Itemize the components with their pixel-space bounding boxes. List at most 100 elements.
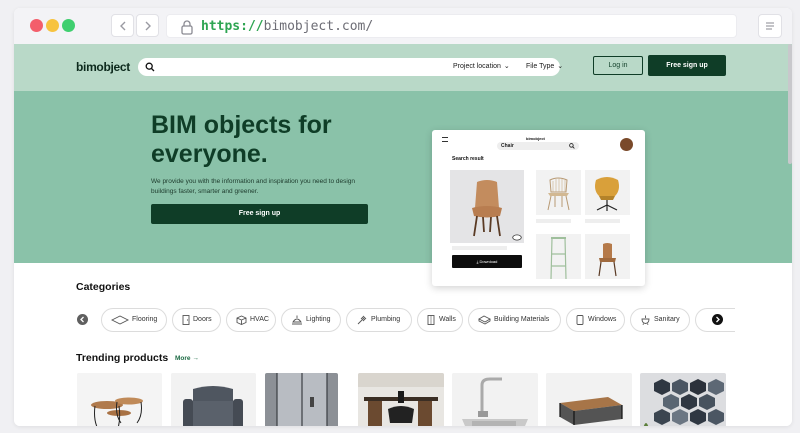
category-chip-windows[interactable]: Windows: [566, 308, 625, 332]
category-chip-plumbing[interactable]: Plumbing: [346, 308, 412, 332]
hero-subtitle: We provide you with the information and …: [151, 178, 356, 195]
file-type-label: File Type: [526, 63, 555, 70]
login-button[interactable]: Log in: [593, 56, 643, 75]
hero-title-line2: everyone.: [151, 140, 268, 168]
chevron-right-icon: [145, 21, 151, 31]
hero-section: BIM objects for everyone. We provide you…: [14, 91, 792, 286]
preview-main-product-image: [450, 170, 524, 243]
category-label: Lighting: [306, 316, 331, 323]
category-label: Building Materials: [494, 316, 550, 323]
url-host: bimobject.com/: [263, 19, 374, 34]
category-label: Flooring: [132, 316, 158, 323]
preview-product-tile: [536, 234, 581, 280]
menu-icon: [766, 22, 774, 30]
chair-image: [598, 243, 617, 277]
category-chip-sanitary[interactable]: Sanitary: [630, 308, 690, 332]
page-viewport: bimobject Project location ⌄ File Type ⌄ L…: [14, 44, 792, 426]
chair-image: [595, 177, 619, 211]
back-button[interactable]: [111, 14, 134, 37]
kitchen-sink-image: [452, 373, 538, 426]
category-chip-hvac[interactable]: HVAC: [226, 308, 276, 332]
page-scrollbar[interactable]: [788, 44, 792, 164]
preview-product-tile: [536, 170, 581, 215]
shower-enclosure-image: [265, 373, 338, 426]
browser-menu-button[interactable]: [758, 14, 782, 38]
building-materials-icon: [478, 315, 491, 325]
categories-next-button[interactable]: [712, 314, 723, 325]
hvac-icon: [236, 315, 247, 325]
category-label: HVAC: [250, 316, 269, 323]
preview-product-tile: [585, 170, 630, 215]
category-chip-building-materials[interactable]: Building Materials: [468, 308, 561, 332]
armchair-image: [171, 373, 256, 426]
side-table-image: [77, 373, 162, 426]
hero-signup-button[interactable]: Free sign up: [151, 204, 368, 224]
office-desk-image: [358, 373, 444, 426]
hero-title: BIM objects for everyone.: [151, 111, 411, 169]
category-chip-walls[interactable]: Walls: [417, 308, 463, 332]
file-type-dropdown[interactable]: File Type ⌄: [526, 58, 563, 76]
preview-download-label: Download: [479, 259, 498, 264]
product-card[interactable]: [546, 373, 632, 426]
product-card[interactable]: [265, 373, 338, 426]
hamburger-icon: [442, 137, 448, 142]
site-header: bimobject Project location ⌄ File Type ⌄ L…: [14, 44, 792, 91]
preview-product-tile: [585, 234, 630, 279]
trending-more-link[interactable]: More →: [175, 355, 199, 362]
lighting-icon: [292, 315, 302, 325]
preview-placeholder-bar: [536, 219, 571, 223]
url-protocol: https://: [201, 19, 264, 34]
categories-heading: Categories: [76, 281, 131, 293]
product-card[interactable]: [358, 373, 444, 426]
maximize-window-button[interactable]: [62, 19, 75, 32]
category-label: Plumbing: [371, 316, 401, 323]
project-location-dropdown[interactable]: Project location ⌄: [453, 58, 510, 76]
flooring-icon: [111, 315, 129, 325]
project-location-label: Project location: [453, 63, 501, 70]
chevron-left-icon: [80, 316, 84, 323]
close-window-button[interactable]: [30, 19, 43, 32]
preview-logo: bimobject: [526, 136, 545, 141]
acoustic-panels-image: [640, 373, 726, 426]
category-chip-lighting[interactable]: Lighting: [281, 308, 341, 332]
forward-button[interactable]: [136, 14, 159, 37]
category-label: Walls: [439, 316, 456, 323]
360-view-icon: [512, 234, 522, 241]
product-card[interactable]: [452, 373, 538, 426]
plumbing-icon: [357, 315, 367, 325]
categories-prev-button[interactable]: [77, 314, 88, 325]
lock-icon: [181, 20, 193, 35]
door-icon: [182, 315, 190, 325]
minimize-window-button[interactable]: [46, 19, 59, 32]
preview-download-button: ⤓ Download: [452, 255, 522, 268]
chevron-down-icon: ⌄: [503, 63, 510, 70]
wall-icon: [427, 315, 435, 325]
category-label: Doors: [193, 316, 212, 323]
preview-search-value: Chair: [501, 143, 514, 149]
product-card[interactable]: [171, 373, 256, 426]
site-logo[interactable]: bimobject: [76, 60, 130, 74]
preview-placeholder-bar: [585, 219, 620, 223]
avatar: [620, 138, 633, 151]
preview-search-bar: Chair: [497, 142, 579, 150]
app-preview-card: bimobject Chair Search result ⤓ Download: [432, 130, 645, 286]
chevron-right-icon: [716, 316, 720, 323]
header-signup-button[interactable]: Free sign up: [648, 55, 726, 76]
search-icon: [145, 62, 155, 72]
window-icon: [576, 315, 584, 325]
hero-title-line1: BIM objects for: [151, 111, 332, 139]
category-chip-doors[interactable]: Doors: [172, 308, 221, 332]
chair-image: [547, 177, 570, 211]
address-bar[interactable]: https://bimobject.com/: [166, 14, 737, 38]
browser-toolbar: https://bimobject.com/: [14, 8, 792, 44]
chevron-down-icon: ⌄: [557, 63, 564, 70]
trending-heading: Trending products: [76, 352, 169, 364]
product-card[interactable]: [640, 373, 726, 426]
category-label: Windows: [588, 316, 617, 323]
chair-image: [450, 170, 524, 243]
preview-results-label: Search result: [452, 156, 484, 162]
stool-image: [550, 237, 567, 280]
category-label: Sanitary: [654, 316, 680, 323]
product-card[interactable]: [77, 373, 162, 426]
category-chip-flooring[interactable]: Flooring: [101, 308, 167, 332]
